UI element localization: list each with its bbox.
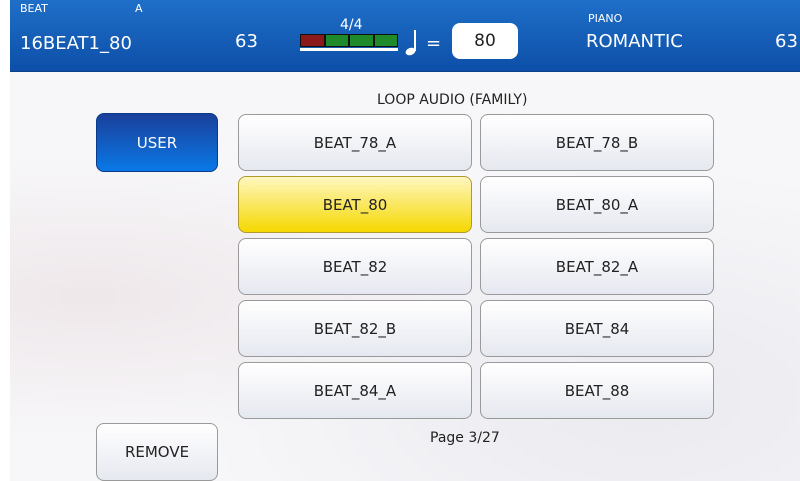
loop-item-button[interactable]: BEAT_82 <box>238 238 472 295</box>
loop-item-label: BEAT_82 <box>322 257 388 276</box>
loop-item-label: BEAT_80 <box>322 195 388 214</box>
user-button[interactable]: USER <box>96 113 218 172</box>
loop-item-label: BEAT_78_B <box>555 133 639 152</box>
quarter-note-icon <box>405 30 416 56</box>
tempo-field[interactable]: 80 <box>452 23 518 59</box>
loop-item-label: BEAT_80_A <box>555 195 639 214</box>
remove-button-label: REMOVE <box>124 443 190 461</box>
loop-item-button[interactable]: BEAT_80_A <box>480 176 714 233</box>
beat-segment-2 <box>325 35 348 46</box>
voice-name[interactable]: ROMANTIC <box>586 31 683 53</box>
loop-item-label: BEAT_82_A <box>555 257 639 276</box>
loop-item-button[interactable]: BEAT_78_B <box>480 114 714 171</box>
style-type-label: BEAT <box>20 2 48 15</box>
style-value: 63 <box>235 31 258 52</box>
loop-item-label: BEAT_84_A <box>313 381 397 400</box>
tempo-value: 80 <box>474 31 496 51</box>
status-bar: BEAT A 16BEAT1_80 63 4/4 = 80 PIANO ROMA… <box>10 0 800 72</box>
loop-item-button[interactable]: BEAT_78_A <box>238 114 472 171</box>
beat-meter <box>300 34 398 47</box>
time-signature: 4/4 <box>340 17 363 33</box>
beat-segment-3 <box>350 35 373 46</box>
loop-item-button[interactable]: BEAT_84_A <box>238 362 472 419</box>
loop-item-label: BEAT_88 <box>564 381 630 400</box>
loop-item-label: BEAT_78_A <box>313 133 397 152</box>
voice-value: 63 <box>775 31 798 52</box>
remove-button[interactable]: REMOVE <box>96 423 218 481</box>
beat-segment-4 <box>374 35 397 46</box>
loop-item-button[interactable]: BEAT_84 <box>480 300 714 357</box>
loop-item-label: BEAT_82_B <box>313 319 397 338</box>
loop-item-label: BEAT_84 <box>564 319 630 338</box>
loop-item-button[interactable]: BEAT_82_A <box>480 238 714 295</box>
beat-meter-base <box>300 48 398 51</box>
loop-item-button[interactable]: BEAT_82_B <box>238 300 472 357</box>
voice-type-label: PIANO <box>588 12 623 25</box>
style-name[interactable]: 16BEAT1_80 <box>20 33 132 55</box>
page-indicator: Page 3/27 <box>430 430 500 446</box>
loop-item-button[interactable]: BEAT_88 <box>480 362 714 419</box>
loop-item-button[interactable]: BEAT_80 <box>238 176 472 233</box>
equals-sign: = <box>426 33 442 54</box>
user-button-label: USER <box>136 133 178 152</box>
beat-segment-1 <box>301 35 324 46</box>
variation-label: A <box>135 2 143 15</box>
list-title: LOOP AUDIO (FAMILY) <box>377 92 528 108</box>
